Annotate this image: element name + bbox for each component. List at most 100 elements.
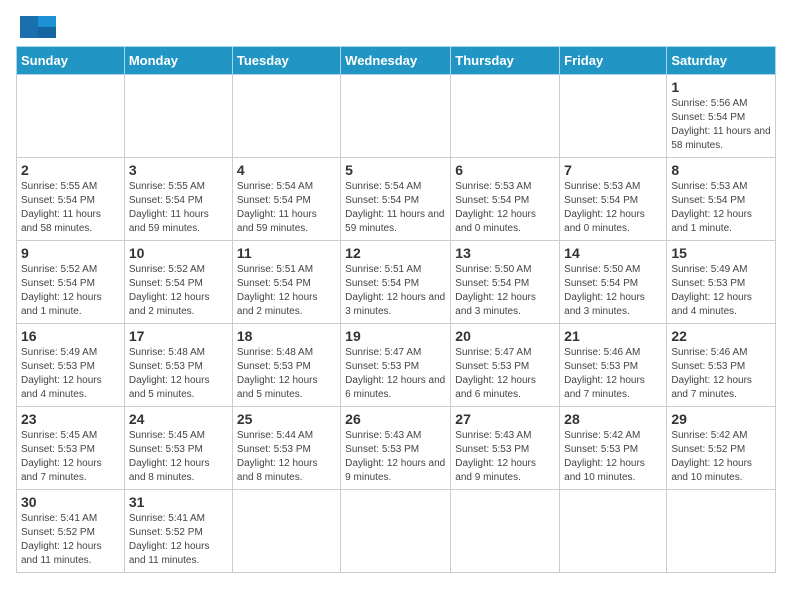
calendar-cell: 14 Sunrise: 5:50 AM Sunset: 5:54 PM Dayli… [560, 241, 667, 324]
day-info: Sunrise: 5:49 AM Sunset: 5:53 PM Dayligh… [21, 346, 120, 402]
day-info: Sunrise: 5:47 AM Sunset: 5:53 PM Dayligh… [345, 346, 446, 402]
calendar-table: SundayMondayTuesdayWednesdayThursdayFrid… [16, 46, 776, 573]
day-number: 15 [671, 245, 771, 261]
calendar-cell: 30 Sunrise: 5:41 AM Sunset: 5:52 PM Dayli… [17, 490, 125, 573]
calendar-cell: 25 Sunrise: 5:44 AM Sunset: 5:53 PM Dayli… [232, 407, 340, 490]
calendar-cell [560, 75, 667, 158]
calendar-cell: 10Sunrise: 5:52 AM Sunset: 5:54 PM Dayli… [124, 241, 232, 324]
calendar-cell: 23Sunrise: 5:45 AM Sunset: 5:53 PM Dayli… [17, 407, 125, 490]
calendar-cell: 15 Sunrise: 5:49 AM Sunset: 5:53 PM Dayli… [667, 241, 776, 324]
calendar-cell: 27 Sunrise: 5:43 AM Sunset: 5:53 PM Dayli… [451, 407, 560, 490]
calendar-cell [124, 75, 232, 158]
day-header-friday: Friday [560, 47, 667, 75]
calendar-cell: 8 Sunrise: 5:53 AM Sunset: 5:54 PM Daylig… [667, 158, 776, 241]
calendar-cell: 7Sunrise: 5:53 AM Sunset: 5:54 PM Daylig… [560, 158, 667, 241]
day-info: Sunrise: 5:52 AM Sunset: 5:54 PM Dayligh… [129, 263, 228, 319]
day-info: Sunrise: 5:53 AM Sunset: 5:54 PM Dayligh… [455, 180, 555, 236]
day-number: 20 [455, 328, 555, 344]
day-header-wednesday: Wednesday [341, 47, 451, 75]
day-number: 18 [237, 328, 336, 344]
calendar-cell: 22 Sunrise: 5:46 AM Sunset: 5:53 PM Dayli… [667, 324, 776, 407]
calendar-cell [560, 490, 667, 573]
logo-icon [20, 16, 56, 38]
day-number: 9 [21, 245, 120, 261]
calendar-cell: 4 Sunrise: 5:54 AM Sunset: 5:54 PM Daylig… [232, 158, 340, 241]
day-info: Sunrise: 5:56 AM Sunset: 5:54 PM Dayligh… [671, 97, 771, 153]
day-number: 4 [237, 162, 336, 178]
day-number: 14 [564, 245, 662, 261]
day-info: Sunrise: 5:50 AM Sunset: 5:54 PM Dayligh… [455, 263, 555, 319]
calendar-cell: 3Sunrise: 5:55 AM Sunset: 5:54 PM Daylig… [124, 158, 232, 241]
calendar-cell: 24 Sunrise: 5:45 AM Sunset: 5:53 PM Dayli… [124, 407, 232, 490]
calendar-cell: 6 Sunrise: 5:53 AM Sunset: 5:54 PM Daylig… [451, 158, 560, 241]
day-number: 16 [21, 328, 120, 344]
day-header-monday: Monday [124, 47, 232, 75]
day-number: 8 [671, 162, 771, 178]
day-info: Sunrise: 5:41 AM Sunset: 5:52 PM Dayligh… [129, 512, 228, 568]
calendar-cell: 29 Sunrise: 5:42 AM Sunset: 5:52 PM Dayli… [667, 407, 776, 490]
day-info: Sunrise: 5:48 AM Sunset: 5:53 PM Dayligh… [237, 346, 336, 402]
day-header-sunday: Sunday [17, 47, 125, 75]
calendar-cell [17, 75, 125, 158]
day-info: Sunrise: 5:53 AM Sunset: 5:54 PM Dayligh… [671, 180, 771, 236]
calendar-cell: 2Sunrise: 5:55 AM Sunset: 5:54 PM Daylig… [17, 158, 125, 241]
calendar-cell: 5Sunrise: 5:54 AM Sunset: 5:54 PM Daylig… [341, 158, 451, 241]
calendar-cell: 12 Sunrise: 5:51 AM Sunset: 5:54 PM Dayli… [341, 241, 451, 324]
day-info: Sunrise: 5:48 AM Sunset: 5:53 PM Dayligh… [129, 346, 228, 402]
day-info: Sunrise: 5:45 AM Sunset: 5:53 PM Dayligh… [129, 429, 228, 485]
day-info: Sunrise: 5:45 AM Sunset: 5:53 PM Dayligh… [21, 429, 120, 485]
day-number: 17 [129, 328, 228, 344]
day-info: Sunrise: 5:50 AM Sunset: 5:54 PM Dayligh… [564, 263, 662, 319]
day-number: 21 [564, 328, 662, 344]
calendar-cell [667, 490, 776, 573]
calendar-cell: 18 Sunrise: 5:48 AM Sunset: 5:53 PM Dayli… [232, 324, 340, 407]
calendar-cell [451, 75, 560, 158]
day-number: 22 [671, 328, 771, 344]
day-info: Sunrise: 5:42 AM Sunset: 5:52 PM Dayligh… [671, 429, 771, 485]
calendar-cell: 31 Sunrise: 5:41 AM Sunset: 5:52 PM Dayli… [124, 490, 232, 573]
calendar-cell: 26Sunrise: 5:43 AM Sunset: 5:53 PM Dayli… [341, 407, 451, 490]
day-number: 12 [345, 245, 446, 261]
day-number: 27 [455, 411, 555, 427]
day-number: 25 [237, 411, 336, 427]
calendar-cell [451, 490, 560, 573]
day-number: 13 [455, 245, 555, 261]
day-number: 30 [21, 494, 120, 510]
day-info: Sunrise: 5:47 AM Sunset: 5:53 PM Dayligh… [455, 346, 555, 402]
day-number: 1 [671, 79, 771, 95]
calendar-cell: 1 Sunrise: 5:56 AM Sunset: 5:54 PM Daylig… [667, 75, 776, 158]
calendar-cell [341, 490, 451, 573]
day-info: Sunrise: 5:44 AM Sunset: 5:53 PM Dayligh… [237, 429, 336, 485]
day-number: 31 [129, 494, 228, 510]
day-info: Sunrise: 5:51 AM Sunset: 5:54 PM Dayligh… [345, 263, 446, 319]
day-header-tuesday: Tuesday [232, 47, 340, 75]
day-number: 3 [129, 162, 228, 178]
day-info: Sunrise: 5:49 AM Sunset: 5:53 PM Dayligh… [671, 263, 771, 319]
day-info: Sunrise: 5:43 AM Sunset: 5:53 PM Dayligh… [455, 429, 555, 485]
day-number: 26 [345, 411, 446, 427]
day-number: 19 [345, 328, 446, 344]
calendar-cell: 11Sunrise: 5:51 AM Sunset: 5:54 PM Dayli… [232, 241, 340, 324]
day-info: Sunrise: 5:52 AM Sunset: 5:54 PM Dayligh… [21, 263, 120, 319]
calendar-cell: 16 Sunrise: 5:49 AM Sunset: 5:53 PM Dayli… [17, 324, 125, 407]
calendar-cell: 19 Sunrise: 5:47 AM Sunset: 5:53 PM Dayli… [341, 324, 451, 407]
day-info: Sunrise: 5:54 AM Sunset: 5:54 PM Dayligh… [237, 180, 336, 236]
day-info: Sunrise: 5:55 AM Sunset: 5:54 PM Dayligh… [21, 180, 120, 236]
day-number: 6 [455, 162, 555, 178]
calendar-cell: 28Sunrise: 5:42 AM Sunset: 5:53 PM Dayli… [560, 407, 667, 490]
calendar-cell: 13 Sunrise: 5:50 AM Sunset: 5:54 PM Dayli… [451, 241, 560, 324]
day-number: 29 [671, 411, 771, 427]
day-info: Sunrise: 5:46 AM Sunset: 5:53 PM Dayligh… [564, 346, 662, 402]
calendar-cell: 20 Sunrise: 5:47 AM Sunset: 5:53 PM Dayli… [451, 324, 560, 407]
day-info: Sunrise: 5:41 AM Sunset: 5:52 PM Dayligh… [21, 512, 120, 568]
day-info: Sunrise: 5:51 AM Sunset: 5:54 PM Dayligh… [237, 263, 336, 319]
calendar-cell [232, 75, 340, 158]
calendar-cell: 9 Sunrise: 5:52 AM Sunset: 5:54 PM Daylig… [17, 241, 125, 324]
calendar-cell [232, 490, 340, 573]
day-number: 28 [564, 411, 662, 427]
day-info: Sunrise: 5:54 AM Sunset: 5:54 PM Dayligh… [345, 180, 446, 236]
calendar-cell [341, 75, 451, 158]
day-number: 24 [129, 411, 228, 427]
day-number: 7 [564, 162, 662, 178]
day-info: Sunrise: 5:46 AM Sunset: 5:53 PM Dayligh… [671, 346, 771, 402]
